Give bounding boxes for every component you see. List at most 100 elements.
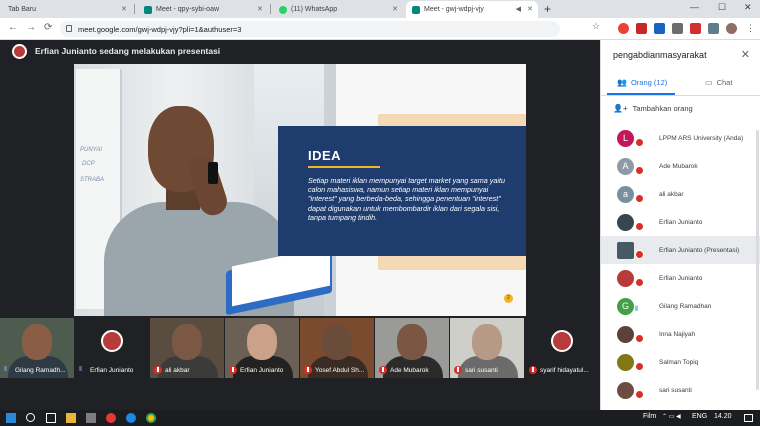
- mic-off-icon: [304, 366, 312, 374]
- avatar: A: [617, 157, 634, 175]
- new-tab-button[interactable]: +: [544, 2, 551, 16]
- close-icon[interactable]: ✕: [527, 5, 533, 13]
- list-item[interactable]: a ali akbar: [601, 180, 760, 208]
- mic-off-icon: [635, 138, 644, 147]
- whatsapp-icon: [279, 5, 287, 14]
- mic-off-icon: [635, 222, 644, 231]
- tab-label: Meet - qpy-sybi-oaw: [156, 6, 220, 13]
- avatar: [617, 213, 634, 231]
- idea-underline: [308, 166, 380, 168]
- participant-tile[interactable]: ⦀ Gilang Ramadh...: [0, 318, 75, 378]
- tab-meet-qpy[interactable]: Meet - qpy-sybi-oaw ✕: [138, 1, 268, 18]
- participant-tile[interactable]: ⦀ Erfian Junianto: [75, 318, 150, 378]
- app-icon[interactable]: [106, 413, 116, 423]
- participant-tile[interactable]: Erfian Junianto: [225, 318, 300, 378]
- tray-icons[interactable]: ⌃ ▭ ◀: [662, 413, 681, 420]
- tab-new-tab[interactable]: Tab Baru ✕: [2, 1, 132, 18]
- tab-label: (11) WhatsApp: [291, 6, 338, 13]
- presentation-slide: PUNYAI DCP STRABA IDEA Setiap materi ikl…: [74, 64, 526, 316]
- list-item[interactable]: Salman Topiq: [601, 348, 760, 376]
- close-panel-button[interactable]: ✕: [741, 48, 750, 61]
- mic-off-icon: [635, 278, 644, 287]
- bookmark-star-icon[interactable]: ☆: [592, 21, 600, 32]
- maximize-button[interactable]: ☐: [718, 2, 726, 13]
- minimize-button[interactable]: —: [690, 2, 699, 12]
- meet-icon: [144, 5, 152, 14]
- avatar: [617, 353, 634, 371]
- chrome-icon[interactable]: [146, 413, 156, 423]
- tab-chat[interactable]: ▭ Chat: [705, 78, 732, 87]
- people-list: L LPPM ARS University (Anda) A Ade Mubar…: [601, 124, 760, 404]
- lock-icon: [66, 25, 72, 32]
- extension-icon[interactable]: [672, 23, 683, 34]
- film-label[interactable]: Film: [643, 413, 656, 420]
- browser-toolbar: ← → ⟳ meet.google.com/gwj-wdpj-vjy?pli=1…: [0, 18, 760, 40]
- participant-tile[interactable]: ali akbar: [150, 318, 225, 378]
- store-icon[interactable]: [86, 413, 96, 423]
- avatar: [617, 381, 634, 399]
- extension-icon[interactable]: [708, 23, 719, 34]
- participant-tile[interactable]: sari susanti: [450, 318, 525, 378]
- close-icon[interactable]: ✕: [392, 5, 398, 13]
- list-item[interactable]: Inna Najiyah: [601, 320, 760, 348]
- avatar: a: [617, 185, 634, 203]
- list-item[interactable]: sari susanti: [601, 376, 760, 404]
- list-item[interactable]: A Ade Mubarok: [601, 152, 760, 180]
- list-item[interactable]: Erfian Junianto: [601, 208, 760, 236]
- speaker-icon[interactable]: ◀: [516, 5, 521, 13]
- tab-meet-gwj[interactable]: Meet - gwj-wdpj-vjy ◀ ✕: [406, 1, 538, 18]
- participant-tile[interactable]: Ade Mubarok: [375, 318, 450, 378]
- people-panel: pengabdianmasyarakat ✕ 👥 Orang (12) ▭ Ch…: [600, 40, 760, 410]
- slide-page-number: 2: [504, 294, 513, 303]
- close-window-button[interactable]: ✕: [744, 2, 752, 13]
- list-item[interactable]: Erfian Junianto (Presentasi): [601, 236, 760, 264]
- address-bar[interactable]: meet.google.com/gwj-wdpj-vjy?pli=1&authu…: [60, 21, 600, 37]
- close-icon[interactable]: ✕: [257, 5, 263, 13]
- clock[interactable]: 14.20: [714, 413, 732, 420]
- edge-icon[interactable]: [126, 413, 136, 423]
- search-icon[interactable]: [26, 413, 35, 422]
- panel-scrollbar[interactable]: [756, 130, 759, 390]
- extension-icon[interactable]: [690, 23, 701, 34]
- list-item[interactable]: Erfian Junianto: [601, 264, 760, 292]
- extension-icon[interactable]: [618, 23, 629, 34]
- back-button[interactable]: ←: [8, 22, 18, 33]
- notification-icon[interactable]: [744, 414, 753, 422]
- accent-strip: [378, 256, 526, 270]
- close-icon[interactable]: ✕: [121, 5, 127, 13]
- mic-off-icon: [635, 166, 644, 175]
- list-item[interactable]: L LPPM ARS University (Anda): [601, 124, 760, 152]
- extension-icon[interactable]: [636, 23, 647, 34]
- forward-button[interactable]: →: [26, 22, 36, 33]
- list-item[interactable]: G ⦀ Gilang Ramadhan: [601, 292, 760, 320]
- avatar: [617, 269, 634, 287]
- mic-off-icon: [635, 362, 644, 371]
- tab-people[interactable]: 👥 Orang (12): [617, 78, 667, 87]
- mic-off-icon: [635, 334, 644, 343]
- meet-icon: [412, 5, 420, 14]
- menu-icon[interactable]: ⋮: [746, 23, 755, 34]
- profile-avatar[interactable]: [726, 23, 737, 34]
- speaking-icon: ⦀: [79, 366, 83, 373]
- presenter-text: Erfian Junianto sedang melakukan present…: [35, 46, 221, 56]
- task-view-icon[interactable]: [46, 413, 56, 423]
- participant-tile[interactable]: syarif hidayatul...: [525, 318, 600, 378]
- windows-taskbar: Film ⌃ ▭ ◀ ENG 14.20: [0, 410, 760, 426]
- reload-button[interactable]: ⟳: [44, 22, 52, 33]
- language-indicator[interactable]: ENG: [692, 413, 707, 420]
- windows-start-icon[interactable]: [6, 413, 16, 423]
- panel-title: pengabdianmasyarakat: [613, 50, 707, 60]
- avatar: [12, 43, 27, 59]
- add-person-button[interactable]: 👤+ Tambahkan orang: [613, 104, 693, 113]
- mic-off-icon: [379, 366, 387, 374]
- tab-whatsapp[interactable]: (11) WhatsApp ✕: [273, 1, 403, 18]
- file-explorer-icon[interactable]: [66, 413, 76, 423]
- extension-icon[interactable]: [654, 23, 665, 34]
- avatar: L: [617, 129, 634, 147]
- phone-icon: [208, 162, 218, 184]
- avatar: G: [617, 297, 634, 315]
- presenter-banner: Erfian Junianto sedang melakukan present…: [0, 40, 600, 62]
- panel-tabs: 👥 Orang (12) ▭ Chat: [601, 74, 760, 96]
- idea-body: Setiap materi iklan mempunyai target mar…: [308, 176, 505, 222]
- participant-tile[interactable]: Yosef Abdul Sh...: [300, 318, 375, 378]
